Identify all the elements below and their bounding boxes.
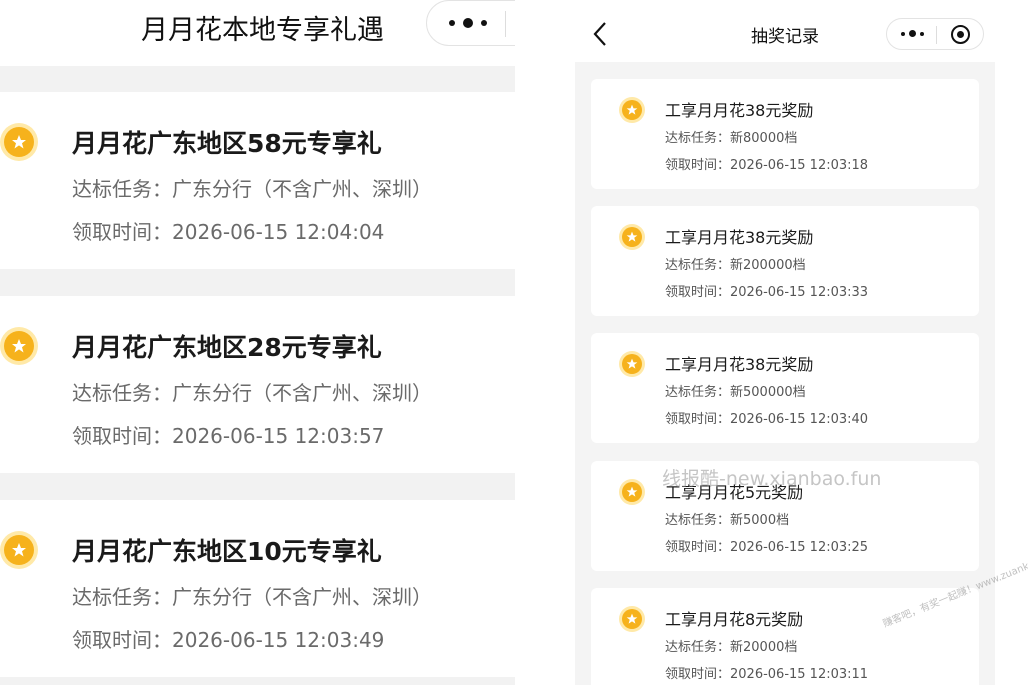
target-circle-icon[interactable] <box>951 25 970 44</box>
reward-time: 领取时间：2026-06-15 12:03:57 <box>72 424 385 448</box>
record-time: 领取时间：2026-06-15 12:03:40 <box>665 412 869 427</box>
left-header: 月月花本地专享礼遇 <box>0 0 515 66</box>
record-time: 领取时间：2026-06-15 12:03:33 <box>665 285 869 300</box>
record-item[interactable]: 工享月月花38元奖励 达标任务：新500000档 领取时间：2026-06-15… <box>591 333 979 443</box>
record-time: 领取时间：2026-06-15 12:03:11 <box>665 667 869 682</box>
reward-title: 月月花广东地区10元专享礼 <box>72 537 382 566</box>
reward-time: 领取时间：2026-06-15 12:04:04 <box>72 220 385 244</box>
reward-task: 达标任务：广东分行（不含广州、深圳） <box>72 585 432 609</box>
more-dots-icon[interactable] <box>901 30 927 38</box>
right-panel: 抽奖记录 工享月月花38元奖励 达标任务：新80000档 领取时间：2026-0… <box>575 0 995 685</box>
watermark: 线报酷-new.xianbao.fun <box>662 468 882 490</box>
right-header: 抽奖记录 <box>575 0 995 62</box>
star-coin-icon <box>0 327 38 365</box>
record-title: 工享月月花38元奖励 <box>665 228 814 247</box>
star-coin-icon <box>619 97 645 123</box>
record-item[interactable]: 工享月月花38元奖励 达标任务：新80000档 领取时间：2026-06-15 … <box>591 79 979 189</box>
record-task: 达标任务：新500000档 <box>665 385 806 400</box>
reward-task: 达标任务：广东分行（不含广州、深圳） <box>72 177 432 201</box>
menu-capsule[interactable] <box>886 18 984 50</box>
star-coin-icon <box>619 224 645 250</box>
menu-capsule[interactable] <box>426 0 515 46</box>
reward-task: 达标任务：广东分行（不含广州、深圳） <box>72 381 432 405</box>
record-task: 达标任务：新80000档 <box>665 131 798 146</box>
record-title: 工享月月花38元奖励 <box>665 355 814 374</box>
more-dots-icon[interactable] <box>449 18 489 28</box>
record-item[interactable]: 工享月月花38元奖励 达标任务：新200000档 领取时间：2026-06-15… <box>591 206 979 316</box>
list-item[interactable]: 月月花广东地区58元专享礼 达标任务：广东分行（不含广州、深圳） 领取时间：20… <box>0 92 515 269</box>
record-task: 达标任务：新5000档 <box>665 513 790 528</box>
record-title: 工享月月花38元奖励 <box>665 101 814 120</box>
reward-time: 领取时间：2026-06-15 12:03:49 <box>72 628 385 652</box>
star-coin-icon <box>0 531 38 569</box>
star-coin-icon <box>619 479 645 505</box>
list-item[interactable]: 月月花广东地区28元专享礼 达标任务：广东分行（不含广州、深圳） 领取时间：20… <box>0 296 515 473</box>
capsule-divider <box>936 26 937 44</box>
star-coin-icon <box>619 606 645 632</box>
record-time: 领取时间：2026-06-15 12:03:18 <box>665 158 869 173</box>
record-title: 工享月月花8元奖励 <box>665 610 804 629</box>
record-task: 达标任务：新200000档 <box>665 258 806 273</box>
star-coin-icon <box>0 123 38 161</box>
reward-title: 月月花广东地区58元专享礼 <box>72 129 382 158</box>
star-coin-icon <box>619 351 645 377</box>
record-task: 达标任务：新20000档 <box>665 640 798 655</box>
record-time: 领取时间：2026-06-15 12:03:25 <box>665 540 869 555</box>
capsule-divider <box>505 11 506 37</box>
reward-title: 月月花广东地区28元专享礼 <box>72 333 382 362</box>
list-item[interactable]: 月月花广东地区10元专享礼 达标任务：广东分行（不含广州、深圳） 领取时间：20… <box>0 500 515 677</box>
left-panel: 月月花本地专享礼遇 月月花广东地区58元专享礼 达标任务：广东分行（不含广州、深… <box>0 0 515 685</box>
